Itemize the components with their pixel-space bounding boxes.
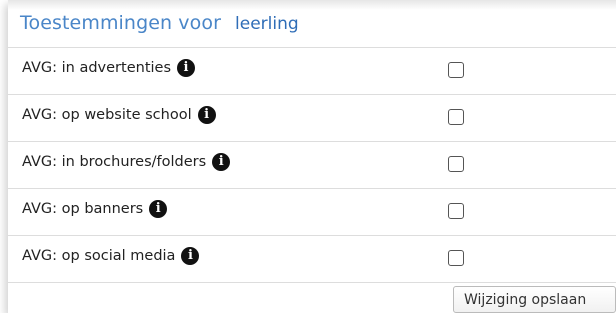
permission-row-website: AVG: op website school i bbox=[8, 95, 616, 142]
subject-label: leerling bbox=[235, 14, 299, 34]
permission-label: AVG: op social media i bbox=[22, 247, 200, 265]
info-icon[interactable]: i bbox=[197, 106, 216, 124]
info-icon[interactable]: i bbox=[212, 153, 231, 171]
permission-label: AVG: op banners i bbox=[22, 200, 168, 218]
permission-label: AVG: op website school i bbox=[22, 106, 216, 124]
permissions-panel: Toestemmingen voor leerling AVG: in adve… bbox=[8, 0, 616, 313]
permission-label: AVG: in brochures/folders i bbox=[22, 153, 231, 171]
permission-checkbox[interactable] bbox=[448, 109, 464, 125]
permission-checkbox[interactable] bbox=[448, 250, 464, 266]
permission-label-text: AVG: op website school bbox=[22, 107, 192, 123]
info-icon[interactable]: i bbox=[177, 59, 196, 77]
permission-row-advertenties: AVG: in advertenties i bbox=[8, 47, 616, 95]
top-shadow-edge bbox=[8, 0, 616, 10]
permission-row-banners: AVG: op banners i bbox=[8, 189, 616, 236]
info-icon[interactable]: i bbox=[181, 247, 200, 265]
permission-label-text: AVG: in advertenties bbox=[22, 60, 172, 76]
permission-checkbox[interactable] bbox=[448, 203, 464, 219]
permission-label-text: AVG: in brochures/folders bbox=[22, 154, 207, 170]
permission-row-social-media: AVG: op social media i bbox=[8, 236, 616, 283]
page-title: Toestemmingen voor bbox=[20, 12, 222, 34]
permission-label: AVG: in advertenties i bbox=[22, 59, 196, 77]
permissions-list: AVG: in advertenties i AVG: op website s… bbox=[8, 47, 616, 283]
permission-row-brochures: AVG: in brochures/folders i bbox=[8, 142, 616, 189]
permission-label-text: AVG: op banners bbox=[22, 201, 144, 217]
save-changes-button[interactable]: Wijziging opslaan bbox=[453, 286, 616, 313]
permissions-header: Toestemmingen voor leerling bbox=[20, 12, 299, 40]
permission-checkbox[interactable] bbox=[448, 62, 464, 78]
info-icon[interactable]: i bbox=[149, 200, 168, 218]
permission-label-text: AVG: op social media bbox=[22, 248, 176, 264]
permission-checkbox[interactable] bbox=[448, 156, 464, 172]
